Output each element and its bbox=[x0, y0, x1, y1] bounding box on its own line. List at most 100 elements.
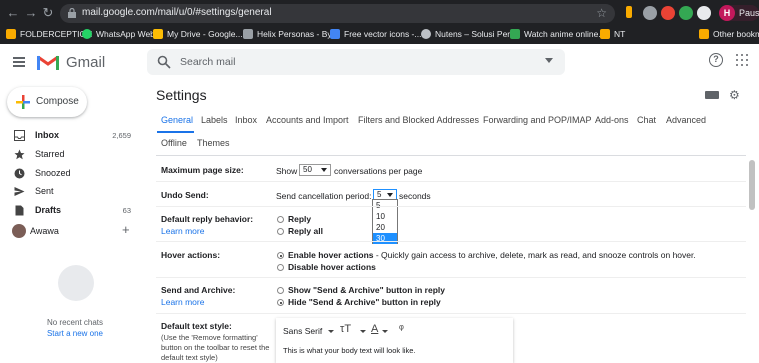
bookmark-item[interactable]: Nutens – Solusi Per... bbox=[421, 27, 517, 41]
reply-radio[interactable] bbox=[277, 216, 284, 223]
reload-icon[interactable]: ↻ bbox=[41, 6, 55, 20]
setting-label: Default reply behavior: bbox=[161, 214, 254, 224]
enable-hover-radio[interactable] bbox=[277, 252, 284, 259]
search-options-icon[interactable] bbox=[545, 58, 553, 63]
learn-more-link[interactable]: Learn more bbox=[161, 297, 204, 307]
help-icon[interactable]: ? bbox=[709, 53, 723, 67]
tab-themes[interactable]: Themes bbox=[197, 138, 230, 148]
tab-forwarding[interactable]: Forwarding and POP/IMAP bbox=[483, 115, 592, 125]
setting-label: Undo Send: bbox=[161, 190, 209, 200]
reply-all-radio[interactable] bbox=[277, 228, 284, 235]
draft-count: 63 bbox=[122, 206, 131, 215]
setting-text: seconds bbox=[399, 191, 431, 201]
start-chat-link[interactable]: Start a new one bbox=[0, 329, 150, 338]
drive-icon bbox=[153, 29, 163, 39]
hangouts-user[interactable]: Awawa + bbox=[10, 222, 140, 242]
bookmark-item[interactable]: WhatsApp Web bbox=[82, 27, 155, 41]
learn-more-link[interactable]: Learn more bbox=[161, 226, 204, 236]
setting-label: Send and Archive: bbox=[161, 285, 236, 295]
sidebar-item-label: Starred bbox=[35, 149, 65, 159]
extension-icon[interactable] bbox=[697, 6, 711, 20]
radio-label: Show "Send & Archive" button in reply bbox=[288, 285, 445, 295]
tab-accounts[interactable]: Accounts and Import bbox=[266, 115, 349, 125]
page-size-select[interactable]: 50 bbox=[299, 164, 331, 176]
remove-formatting-icon[interactable]: ᵠ bbox=[399, 323, 404, 335]
tab-inbox[interactable]: Inbox bbox=[235, 115, 257, 125]
scrollbar-thumb[interactable] bbox=[749, 160, 755, 210]
sidebar-item-label: Drafts bbox=[35, 205, 62, 215]
gear-icon[interactable]: ⚙ bbox=[729, 88, 740, 102]
user-name: Awawa bbox=[30, 226, 59, 236]
show-send-archive-radio[interactable] bbox=[277, 287, 284, 294]
address-bar[interactable]: mail.google.com/mail/u/0/#settings/gener… bbox=[60, 4, 615, 23]
setting-help-text: (Use the 'Remove formatting' button on t… bbox=[161, 333, 270, 362]
select-value: 50 bbox=[303, 165, 312, 174]
gmail-header: Gmail Search mail bbox=[0, 44, 759, 82]
setting-text: Show bbox=[276, 166, 298, 176]
font-select[interactable]: Sans Serif bbox=[283, 326, 322, 336]
folder-icon bbox=[699, 29, 709, 39]
extension-icon[interactable] bbox=[626, 6, 632, 18]
bookmark-item[interactable]: Other bookmarks bbox=[699, 27, 759, 41]
tab-chat[interactable]: Chat bbox=[637, 115, 656, 125]
sidebar-item-drafts[interactable]: Drafts 63 bbox=[0, 201, 140, 220]
bookmark-item[interactable]: Watch anime online... bbox=[510, 27, 605, 41]
tab-general[interactable]: General bbox=[161, 115, 193, 125]
tab-addons[interactable]: Add-ons bbox=[595, 115, 629, 125]
send-icon bbox=[14, 187, 25, 196]
star-icon bbox=[14, 149, 25, 160]
sidebar-item-sent[interactable]: Sent bbox=[0, 182, 140, 201]
sidebar-item-inbox[interactable]: Inbox 2,659 bbox=[0, 126, 140, 145]
bookmark-item[interactable]: FOLDERCEPTION bbox=[6, 27, 92, 41]
bookmark-item[interactable]: Helix Personas - By... bbox=[243, 27, 338, 41]
sidebar-item-snoozed[interactable]: Snoozed bbox=[0, 164, 140, 183]
setting-label: Maximum page size: bbox=[161, 165, 244, 175]
divider bbox=[156, 313, 746, 314]
tab-labels[interactable]: Labels bbox=[201, 115, 228, 125]
folder-icon bbox=[6, 29, 16, 39]
bookmark-item[interactable]: My Drive - Google... bbox=[153, 27, 243, 41]
bookmark-label: Helix Personas - By... bbox=[257, 29, 339, 39]
folder-icon bbox=[600, 29, 610, 39]
bookmark-star-icon[interactable]: ☆ bbox=[596, 6, 607, 20]
radio-label: Hide "Send & Archive" button in reply bbox=[288, 297, 441, 307]
search-input[interactable]: Search mail bbox=[147, 49, 565, 75]
dropdown-option-selected[interactable]: 30 bbox=[373, 233, 397, 244]
tab-advanced[interactable]: Advanced bbox=[666, 115, 706, 125]
tab-offline[interactable]: Offline bbox=[161, 138, 187, 148]
extension-icon[interactable] bbox=[661, 6, 675, 20]
radio-label: Disable hover actions bbox=[288, 262, 376, 272]
dropdown-option[interactable]: 20 bbox=[373, 222, 397, 233]
tab-filters[interactable]: Filters and Blocked Addresses bbox=[358, 115, 479, 125]
radio-label: Enable hover actions - Quickly gain acce… bbox=[288, 250, 696, 260]
menu-icon[interactable] bbox=[13, 57, 25, 67]
profile-button[interactable]: H Paused bbox=[719, 5, 759, 21]
keyboard-icon[interactable] bbox=[705, 91, 719, 99]
text-size-icon[interactable]: τT bbox=[340, 323, 351, 335]
forward-icon[interactable]: → bbox=[24, 6, 38, 20]
page-icon bbox=[330, 29, 340, 39]
bookmark-item[interactable]: Free vector icons -... bbox=[330, 27, 421, 41]
text-style-editor[interactable]: Sans Serif τT A ᵠ This is what your body… bbox=[276, 318, 513, 363]
disable-hover-radio[interactable] bbox=[277, 264, 284, 271]
apps-grid-icon[interactable] bbox=[736, 54, 748, 66]
page-icon bbox=[510, 29, 520, 39]
extension-icon[interactable] bbox=[679, 6, 693, 20]
compose-button[interactable]: Compose bbox=[7, 87, 87, 117]
hide-send-archive-radio[interactable] bbox=[277, 299, 284, 306]
bookmark-label: Other bookmarks bbox=[713, 29, 759, 39]
search-icon[interactable] bbox=[157, 55, 171, 69]
setting-text: conversations per page bbox=[334, 166, 423, 176]
sidebar-item-label: Snoozed bbox=[35, 168, 71, 178]
sidebar-item-starred[interactable]: Starred bbox=[0, 145, 140, 164]
draft-icon bbox=[15, 205, 24, 216]
text-color-icon[interactable]: A bbox=[371, 323, 378, 335]
gmail-logo-icon bbox=[37, 55, 59, 70]
bookmark-item[interactable]: NT bbox=[600, 27, 625, 41]
add-contact-icon[interactable]: + bbox=[122, 222, 130, 237]
bookmark-label: My Drive - Google... bbox=[167, 29, 243, 39]
setting-text: Send cancellation period: bbox=[276, 191, 372, 201]
back-icon[interactable]: ← bbox=[6, 6, 20, 20]
dropdown-option[interactable]: 10 bbox=[373, 211, 397, 222]
extension-icon[interactable] bbox=[643, 6, 657, 20]
